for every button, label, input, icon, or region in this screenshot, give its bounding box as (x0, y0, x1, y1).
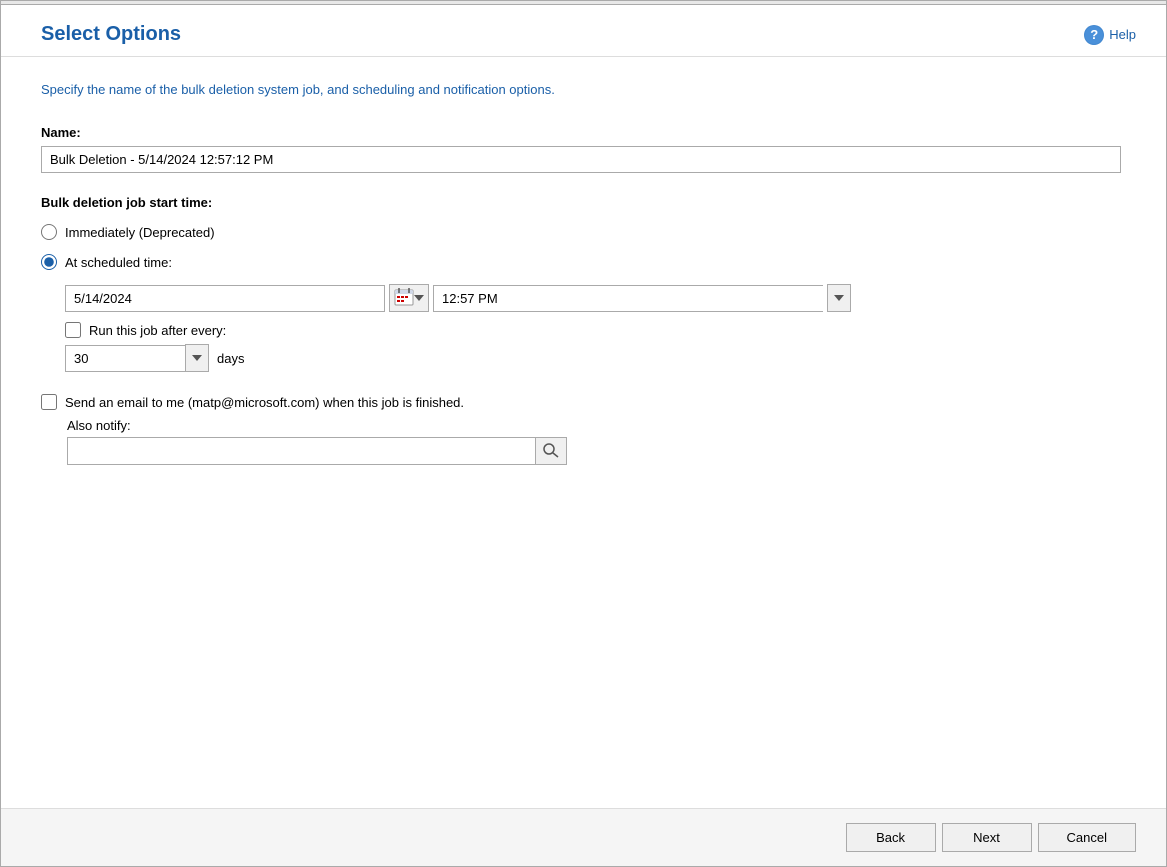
email-checkbox[interactable] (41, 394, 57, 410)
page-container: Select Options ? Help Specify the name o… (0, 0, 1167, 867)
calendar-button[interactable] (389, 284, 429, 312)
email-label[interactable]: Send an email to me (matp@microsoft.com)… (65, 395, 464, 410)
main-content: Specify the name of the bulk deletion sy… (1, 57, 1166, 808)
notify-search-button[interactable] (535, 437, 567, 465)
header: Select Options ? Help (1, 5, 1166, 57)
start-time-group: Bulk deletion job start time: Immediatel… (41, 195, 1126, 372)
calendar-dropdown-icon (414, 295, 424, 301)
email-section: Send an email to me (matp@microsoft.com)… (41, 394, 1126, 465)
time-chevron-icon (834, 295, 844, 301)
days-unit: days (217, 351, 244, 366)
footer: Back Next Cancel (1, 808, 1166, 866)
also-notify-label: Also notify: (67, 418, 1126, 433)
also-notify-row: Also notify: (67, 418, 1126, 465)
scheduled-option: At scheduled time: (41, 254, 1126, 270)
name-group: Name: (41, 125, 1126, 173)
recur-row: Run this job after every: (65, 322, 1126, 338)
email-row: Send an email to me (matp@microsoft.com)… (41, 394, 1126, 410)
back-button[interactable]: Back (846, 823, 936, 852)
notify-input-wrap (67, 437, 567, 465)
date-input[interactable] (65, 285, 385, 312)
cancel-button[interactable]: Cancel (1038, 823, 1136, 852)
time-input[interactable] (433, 285, 823, 312)
scheduled-label[interactable]: At scheduled time: (65, 255, 172, 270)
immediately-option: Immediately (Deprecated) (41, 224, 1126, 240)
name-input[interactable] (41, 146, 1121, 173)
days-input[interactable] (65, 345, 185, 372)
help-label: Help (1109, 27, 1136, 42)
scheduled-row (65, 284, 1126, 312)
page-title: Select Options (41, 23, 181, 46)
notify-input[interactable] (67, 437, 535, 465)
calendar-icon (394, 288, 414, 309)
description-text: Specify the name of the bulk deletion sy… (41, 82, 1126, 97)
next-button[interactable]: Next (942, 823, 1032, 852)
time-dropdown-button[interactable] (827, 284, 851, 312)
immediately-label[interactable]: Immediately (Deprecated) (65, 225, 215, 240)
help-link[interactable]: ? Help (1084, 25, 1136, 45)
search-icon (542, 442, 560, 461)
recur-label[interactable]: Run this job after every: (89, 323, 226, 338)
days-row: days (65, 344, 1126, 372)
help-icon: ? (1084, 25, 1104, 45)
days-chevron-icon (192, 355, 202, 361)
days-dropdown-button[interactable] (185, 344, 209, 372)
scheduled-radio[interactable] (41, 254, 57, 270)
recur-checkbox[interactable] (65, 322, 81, 338)
name-label: Name: (41, 125, 1126, 140)
immediately-radio[interactable] (41, 224, 57, 240)
start-time-label: Bulk deletion job start time: (41, 195, 1126, 210)
